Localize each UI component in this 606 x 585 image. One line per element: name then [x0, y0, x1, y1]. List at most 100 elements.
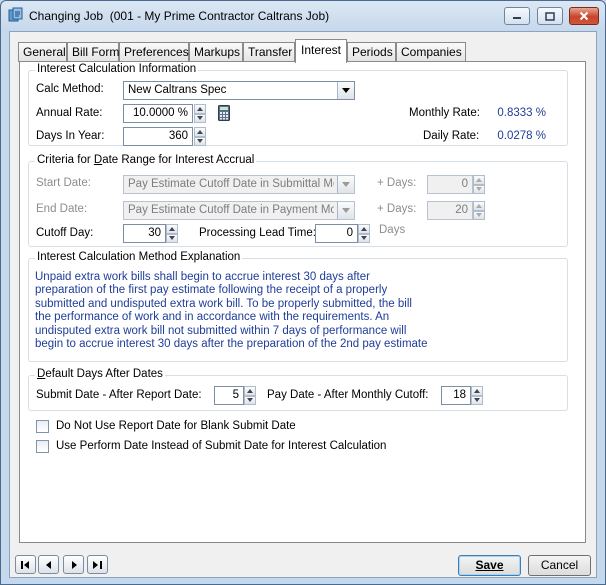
lead-time-label: Processing Lead Time: — [199, 227, 316, 239]
pay-days-spin-buttons[interactable] — [471, 386, 483, 405]
daily-rate-value: 0.0278 % — [497, 130, 546, 142]
spin-up-icon[interactable] — [473, 201, 485, 211]
explanation-text: Unpaid extra work bills shall begin to a… — [35, 271, 428, 351]
title-bar[interactable]: Changing Job (001 - My Prime Contractor … — [1, 1, 605, 31]
no-report-date-checkbox[interactable] — [36, 420, 49, 433]
start-plus-days-spin-buttons[interactable] — [473, 175, 485, 194]
tab-interest[interactable]: Interest — [295, 39, 347, 63]
end-plus-days-spin-buttons[interactable] — [473, 201, 485, 220]
spin-down-icon[interactable] — [471, 395, 483, 405]
annual-rate-input[interactable]: 10.0000 % — [123, 104, 193, 123]
perform-date-checkbox[interactable] — [36, 440, 49, 453]
cutoff-day-spin-buttons[interactable] — [166, 224, 178, 243]
tab-transfer[interactable]: Transfer — [243, 42, 295, 62]
chevron-down-icon — [342, 208, 350, 213]
days-in-year-spin-buttons[interactable] — [194, 127, 206, 146]
spin-up-icon[interactable] — [166, 224, 178, 234]
spin-up-icon[interactable] — [244, 386, 256, 396]
next-record-icon — [71, 560, 77, 569]
calc-method-label: Calc Method: — [36, 83, 104, 95]
close-button[interactable] — [569, 7, 599, 25]
minimize-icon — [513, 17, 521, 19]
tab-general[interactable]: General — [18, 42, 67, 62]
interest-tab-panel: Interest Calculation Information Calc Me… — [19, 61, 586, 543]
days-in-year-input[interactable]: 360 — [123, 127, 193, 146]
spin-up-icon[interactable] — [194, 104, 206, 114]
monthly-rate-value: 0.8333 % — [497, 107, 546, 119]
interest-calc-group: Interest Calculation Information Calc Me… — [28, 63, 568, 146]
dropdown-arrow[interactable] — [337, 82, 354, 99]
end-plus-days-input[interactable]: 20 — [427, 201, 473, 220]
dialog-client: General Bill Form Preferences Markups Tr… — [9, 31, 597, 578]
cutoff-day-label: Cutoff Day: — [36, 227, 94, 239]
submit-days-input[interactable]: 5 — [214, 386, 244, 405]
spin-down-icon[interactable] — [473, 210, 485, 220]
lead-time-input[interactable]: 0 — [315, 224, 358, 243]
save-button-label: Save — [475, 558, 504, 572]
cancel-button-label: Cancel — [540, 558, 579, 572]
spin-down-icon[interactable] — [244, 395, 256, 405]
calc-method-select[interactable]: New Caltrans Spec — [123, 81, 355, 100]
spin-up-icon[interactable] — [194, 127, 206, 137]
pay-days-input[interactable]: 18 — [441, 386, 471, 405]
next-record-button[interactable] — [63, 555, 84, 574]
maximize-button[interactable] — [537, 7, 563, 25]
dialog-window: Changing Job (001 - My Prime Contractor … — [0, 0, 606, 585]
dropdown-arrow[interactable] — [337, 176, 354, 193]
default-days-group-title: Default Days After Dates — [35, 368, 165, 380]
calc-method-value: New Caltrans Spec — [128, 84, 227, 96]
window-title: Changing Job (001 - My Prime Contractor … — [29, 9, 330, 23]
spin-down-icon[interactable] — [473, 184, 485, 194]
daily-rate-label: Daily Rate: — [423, 130, 480, 142]
last-record-button[interactable] — [87, 555, 108, 574]
lead-time-spin-buttons[interactable] — [358, 224, 370, 243]
explanation-group-title: Interest Calculation Method Explanation — [35, 251, 243, 263]
annual-rate-spin-buttons[interactable] — [194, 104, 206, 123]
spin-down-icon[interactable] — [194, 113, 206, 123]
calculator-icon[interactable] — [218, 105, 230, 121]
close-icon — [579, 11, 589, 21]
days-in-year-label: Days In Year: — [36, 130, 105, 142]
tab-markups[interactable]: Markups — [189, 42, 243, 62]
spin-down-icon[interactable] — [166, 233, 178, 243]
spin-down-icon[interactable] — [194, 136, 206, 146]
perform-date-label[interactable]: Use Perform Date Instead of Submit Date … — [56, 440, 386, 452]
cutoff-day-input[interactable]: 30 — [123, 224, 166, 243]
end-date-label: End Date: — [36, 203, 88, 215]
start-date-value: Pay Estimate Cutoff Date in Submittal Mo — [128, 178, 334, 190]
end-date-select[interactable]: Pay Estimate Cutoff Date in Payment Mo — [123, 201, 355, 220]
monthly-rate-label: Monthly Rate: — [409, 107, 480, 119]
submit-date-label: Submit Date - After Report Date: — [36, 389, 202, 401]
tab-companies[interactable]: Companies — [396, 42, 466, 62]
tab-preferences[interactable]: Preferences — [119, 42, 189, 62]
spin-up-icon[interactable] — [471, 386, 483, 396]
explanation-group: Interest Calculation Method Explanation … — [28, 251, 568, 362]
previous-record-icon — [45, 560, 51, 569]
first-record-button[interactable] — [15, 555, 36, 574]
minimize-button[interactable] — [504, 7, 530, 25]
spin-up-icon[interactable] — [473, 175, 485, 185]
interest-calc-group-title: Interest Calculation Information — [35, 63, 199, 75]
first-record-icon — [21, 560, 29, 569]
previous-record-button[interactable] — [38, 555, 59, 574]
annual-rate-label: Annual Rate: — [36, 107, 103, 119]
start-date-select[interactable]: Pay Estimate Cutoff Date in Submittal Mo — [123, 175, 355, 194]
date-range-group-title: Criteria for Date Range for Interest Acc… — [35, 154, 257, 166]
last-record-icon — [93, 560, 102, 569]
tab-periods[interactable]: Periods — [347, 42, 396, 62]
maximize-icon — [545, 11, 555, 21]
end-plus-days-label: + Days: — [377, 203, 417, 215]
app-icon — [8, 7, 23, 22]
start-plus-days-input[interactable]: 0 — [427, 175, 473, 194]
spin-down-icon[interactable] — [358, 233, 370, 243]
cancel-button[interactable]: Cancel — [528, 555, 591, 576]
save-button[interactable]: Save — [458, 555, 521, 576]
no-report-date-label[interactable]: Do Not Use Report Date for Blank Submit … — [56, 420, 296, 432]
chevron-down-icon — [342, 88, 350, 93]
spin-up-icon[interactable] — [358, 224, 370, 234]
pay-date-label: Pay Date - After Monthly Cutoff: — [267, 389, 429, 401]
tab-bill-form[interactable]: Bill Form — [67, 42, 119, 62]
submit-days-spin-buttons[interactable] — [244, 386, 256, 405]
dropdown-arrow[interactable] — [337, 202, 354, 219]
chevron-down-icon — [342, 182, 350, 187]
